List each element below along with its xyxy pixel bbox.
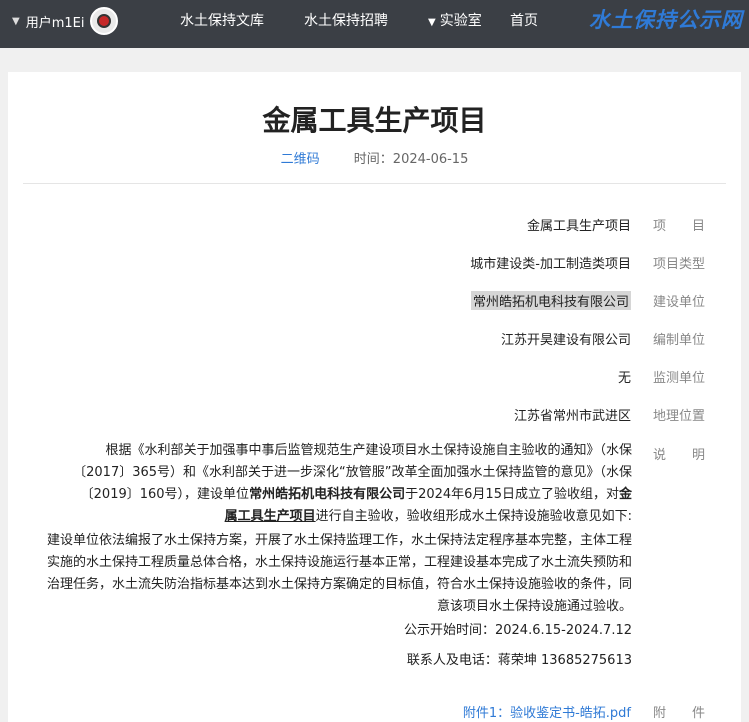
field-label: 项 目 [652, 219, 705, 234]
meta-line: 二维码 时间：2024-06-15 [8, 148, 741, 167]
field-label: 地理位置 [652, 409, 705, 424]
field-label: 编制单位 [652, 333, 705, 348]
description-paragraph: 公示开始时间：2024.6.15-2024.7.12 [403, 623, 632, 638]
nav-lab[interactable]: ▼ 实验室 [428, 10, 482, 32]
description-paragraph: 建设单位依法编报了水土保持方案，开展了水土保持监理工作，水土保持法定程序基本完整… [46, 533, 632, 614]
field-label: 附 件 [652, 706, 705, 721]
divider [23, 183, 726, 184]
field-value: 无 [617, 371, 631, 386]
field-label: 说 明 [652, 448, 705, 463]
field-label: 建设单位 [652, 295, 705, 310]
description-paragraph: 根据《水利部关于加强事中事后监管规范生产建设项目水土保持设施自主验收的通知》（水… [73, 443, 632, 524]
nav-jobs[interactable]: 水土保持招聘 [304, 10, 388, 32]
avatar[interactable] [90, 7, 119, 35]
user-name: 用户m1Ei [25, 15, 85, 31]
nav-library[interactable]: 水土保持文库 [180, 10, 264, 32]
top-navbar: ▼ 用户m1Ei 水土保持文库 水土保持招聘 ▼ 实验室 首页 水土保持公示网 [0, 0, 749, 48]
qr-code-link[interactable]: 二维码 [281, 152, 320, 167]
field-label: 监测单位 [652, 371, 705, 386]
chevron-down-icon: ▼ [12, 15, 20, 27]
chevron-down-icon: ▼ [428, 17, 436, 28]
field-value: 常州皓拓机电科技有限公司 [470, 291, 631, 310]
field-value: 城市建设类-加工制造类项目 [470, 257, 631, 272]
user-menu[interactable]: ▼ 用户m1Ei [0, 6, 119, 36]
field-value: 江苏开昊建设有限公司 [500, 333, 631, 348]
field-value: 金属工具生产项目 [526, 219, 631, 234]
page-title: 金属工具生产项目 [262, 104, 487, 137]
content-card: 金属工具生产项目 二维码 时间：2024-06-15 金属工具生产项目 项 目 … [8, 72, 741, 722]
field-label: 项目类型 [652, 257, 705, 272]
nav-home[interactable]: 首页 [510, 10, 538, 32]
description-paragraph: 联系人及电话：蒋荣坤 13685275613 [406, 653, 632, 668]
site-logo[interactable]: 水土保持公示网 [589, 4, 743, 34]
attachment-link[interactable]: 附件1：验收鉴定书-皓拓.pdf [463, 702, 631, 721]
field-value: 江苏省常州市武进区 [513, 409, 631, 424]
publish-time: 时间：2024-06-15 [353, 152, 469, 167]
